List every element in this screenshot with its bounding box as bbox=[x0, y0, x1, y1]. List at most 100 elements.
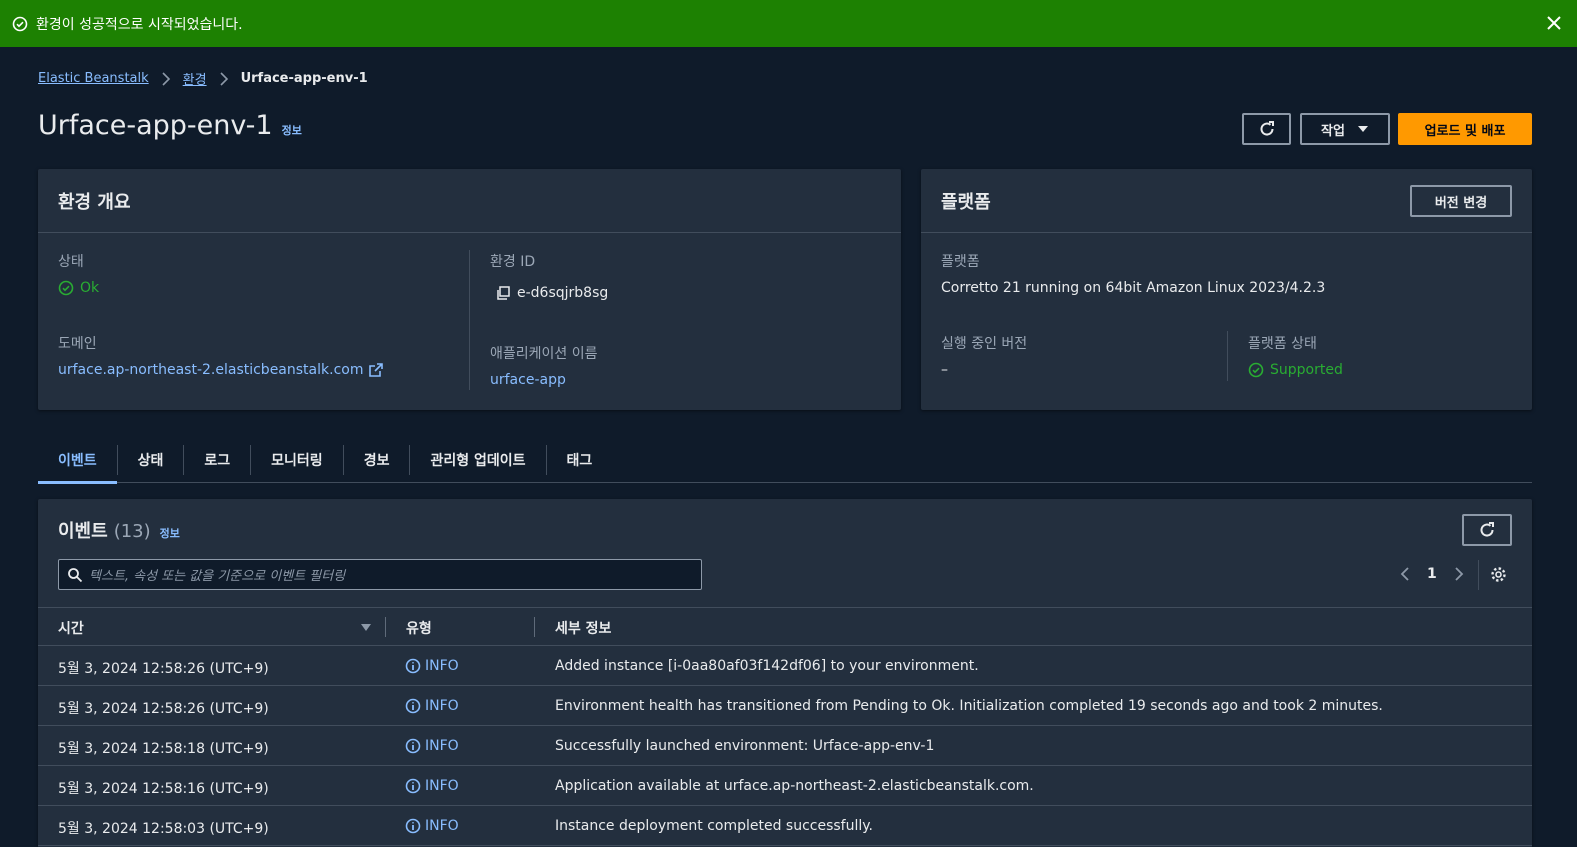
environment-title: Urface-app-env-1 bbox=[38, 110, 273, 141]
copy-icon[interactable] bbox=[495, 285, 511, 301]
refresh-button[interactable] bbox=[1242, 113, 1291, 145]
info-circle-icon bbox=[405, 658, 421, 674]
flash-message: 환경이 성공적으로 시작되었습니다. bbox=[36, 16, 243, 33]
domain-text: urface.ap-northeast-2.elasticbeanstalk.c… bbox=[58, 362, 364, 378]
tab-managed-updates[interactable]: 관리형 업데이트 bbox=[410, 437, 545, 483]
platform-panel: 플랫폼 버전 변경 플랫폼 Corretto 21 running on 64b… bbox=[921, 169, 1532, 410]
breadcrumb: Elastic Beanstalk 환경 Urface-app-env-1 bbox=[38, 69, 368, 88]
event-type: INFO bbox=[405, 738, 459, 754]
column-header-type[interactable]: 유형 bbox=[406, 618, 432, 638]
app-name-link[interactable]: urface-app bbox=[490, 372, 566, 388]
actions-label: 작업 bbox=[1321, 123, 1345, 139]
external-link-icon bbox=[369, 363, 384, 377]
tab-logs[interactable]: 로그 bbox=[184, 437, 250, 483]
event-type-text: INFO bbox=[425, 658, 459, 674]
refresh-icon bbox=[1480, 522, 1494, 537]
chevron-right-icon bbox=[162, 71, 170, 86]
check-circle-icon bbox=[58, 280, 74, 296]
events-title: 이벤트 bbox=[58, 521, 108, 542]
change-version-button[interactable]: 버전 변경 bbox=[1410, 185, 1512, 217]
status-text: Ok bbox=[80, 280, 100, 296]
overview-title: 환경 개요 bbox=[58, 191, 131, 213]
column-header-time[interactable]: 시간 bbox=[58, 618, 84, 638]
event-type-text: INFO bbox=[425, 698, 459, 714]
event-type: INFO bbox=[405, 698, 459, 714]
event-time: 5월 3, 2024 12:58:26 (UTC+9) bbox=[58, 661, 269, 677]
search-icon bbox=[68, 568, 83, 583]
info-circle-icon bbox=[405, 818, 421, 834]
column-divider bbox=[1227, 331, 1228, 381]
app-name-label: 애플리케이션 이름 bbox=[490, 346, 598, 362]
event-time: 5월 3, 2024 12:58:26 (UTC+9) bbox=[58, 701, 269, 717]
column-header-details[interactable]: 세부 정보 bbox=[555, 618, 611, 638]
event-type-text: INFO bbox=[425, 738, 459, 754]
event-time: 5월 3, 2024 12:58:16 (UTC+9) bbox=[58, 781, 269, 797]
check-circle-icon bbox=[12, 16, 28, 31]
platform-state-text: Supported bbox=[1270, 362, 1343, 378]
status-value: Ok bbox=[58, 280, 99, 296]
chevron-right-icon[interactable] bbox=[1452, 566, 1466, 582]
search-placeholder: 텍스트, 속성 또는 값을 기준으로 이벤트 필터링 bbox=[89, 569, 346, 584]
domain-link[interactable]: urface.ap-northeast-2.elasticbeanstalk.c… bbox=[58, 362, 384, 378]
close-icon[interactable] bbox=[1545, 14, 1563, 32]
tab-alarms[interactable]: 경보 bbox=[344, 437, 410, 483]
info-link[interactable]: 정보 bbox=[282, 122, 302, 138]
event-type-text: INFO bbox=[425, 778, 459, 794]
event-type: INFO bbox=[405, 818, 459, 834]
breadcrumb-current: Urface-app-env-1 bbox=[240, 71, 368, 86]
column-divider bbox=[469, 250, 470, 390]
event-type-text: INFO bbox=[425, 818, 459, 834]
table-row: 5월 3, 2024 12:58:26 (UTC+9) INFO Environ… bbox=[38, 686, 1532, 726]
tab-health[interactable]: 상태 bbox=[118, 437, 184, 483]
refresh-icon bbox=[1260, 121, 1274, 136]
env-id-text: e-d6sqjrb8sg bbox=[517, 285, 609, 301]
domain-label: 도메인 bbox=[58, 336, 97, 352]
settings-gear-icon[interactable] bbox=[1490, 566, 1507, 583]
table-row: 5월 3, 2024 12:58:18 (UTC+9) INFO Success… bbox=[38, 726, 1532, 766]
platform-title: 플랫폼 bbox=[941, 191, 991, 213]
info-circle-icon bbox=[405, 698, 421, 714]
events-filter-input[interactable]: 텍스트, 속성 또는 값을 기준으로 이벤트 필터링 bbox=[58, 559, 702, 590]
status-label: 상태 bbox=[58, 254, 84, 270]
event-details: Added instance [i-0aa80af03f142df06] to … bbox=[555, 658, 979, 674]
info-circle-icon bbox=[405, 738, 421, 754]
chevron-left-icon[interactable] bbox=[1398, 566, 1412, 582]
event-details: Successfully launched environment: Urfac… bbox=[555, 738, 935, 754]
tab-tags[interactable]: 태그 bbox=[547, 437, 613, 483]
running-version-label: 실행 중인 버전 bbox=[941, 336, 1028, 352]
upload-deploy-button[interactable]: 업로드 및 배포 bbox=[1398, 113, 1532, 145]
page-number[interactable]: 1 bbox=[1427, 566, 1437, 582]
tab-bar: 이벤트 상태 로그 모니터링 경보 관리형 업데이트 태그 bbox=[38, 437, 1532, 484]
event-details: Environment health has transitioned from… bbox=[555, 698, 1383, 714]
breadcrumb-environments[interactable]: 환경 bbox=[183, 69, 207, 88]
breadcrumb-elastic-beanstalk[interactable]: Elastic Beanstalk bbox=[38, 71, 149, 86]
event-type: INFO bbox=[405, 658, 459, 674]
tab-monitoring[interactable]: 모니터링 bbox=[251, 437, 343, 483]
events-info-link[interactable]: 정보 bbox=[160, 525, 180, 541]
check-circle-icon bbox=[1248, 362, 1264, 378]
info-circle-icon bbox=[405, 778, 421, 794]
success-flash-bar: 환경이 성공적으로 시작되었습니다. bbox=[0, 0, 1577, 47]
table-row: 5월 3, 2024 12:58:16 (UTC+9) INFO Applica… bbox=[38, 766, 1532, 806]
running-version-value: – bbox=[941, 362, 948, 378]
events-count: (13) bbox=[113, 521, 151, 542]
platform-state-label: 플랫폼 상태 bbox=[1248, 336, 1317, 352]
env-id-label: 환경 ID bbox=[490, 254, 536, 270]
page-title: Urface-app-env-1 정보 bbox=[38, 110, 302, 141]
tab-events[interactable]: 이벤트 bbox=[38, 437, 117, 484]
actions-dropdown-button[interactable]: 작업 bbox=[1300, 113, 1390, 145]
sort-down-icon[interactable] bbox=[360, 623, 372, 633]
env-id-value: e-d6sqjrb8sg bbox=[495, 285, 608, 301]
events-refresh-button[interactable] bbox=[1462, 514, 1512, 546]
table-row: 5월 3, 2024 12:58:26 (UTC+9) INFO Added i… bbox=[38, 646, 1532, 686]
chevron-right-icon bbox=[220, 71, 228, 86]
event-time: 5월 3, 2024 12:58:03 (UTC+9) bbox=[58, 821, 269, 837]
platform-state-value: Supported bbox=[1248, 362, 1343, 378]
environment-overview-panel: 환경 개요 상태 Ok 도메인 urface.ap-northeast-2.el… bbox=[38, 169, 901, 410]
event-type: INFO bbox=[405, 778, 459, 794]
caret-down-icon bbox=[1357, 126, 1368, 132]
events-header: 이벤트 (13) 정보 bbox=[58, 517, 180, 543]
event-details: Instance deployment completed successful… bbox=[555, 818, 874, 834]
platform-value: Corretto 21 running on 64bit Amazon Linu… bbox=[941, 280, 1326, 296]
table-row: 5월 3, 2024 12:58:03 (UTC+9) INFO Instanc… bbox=[38, 806, 1532, 846]
